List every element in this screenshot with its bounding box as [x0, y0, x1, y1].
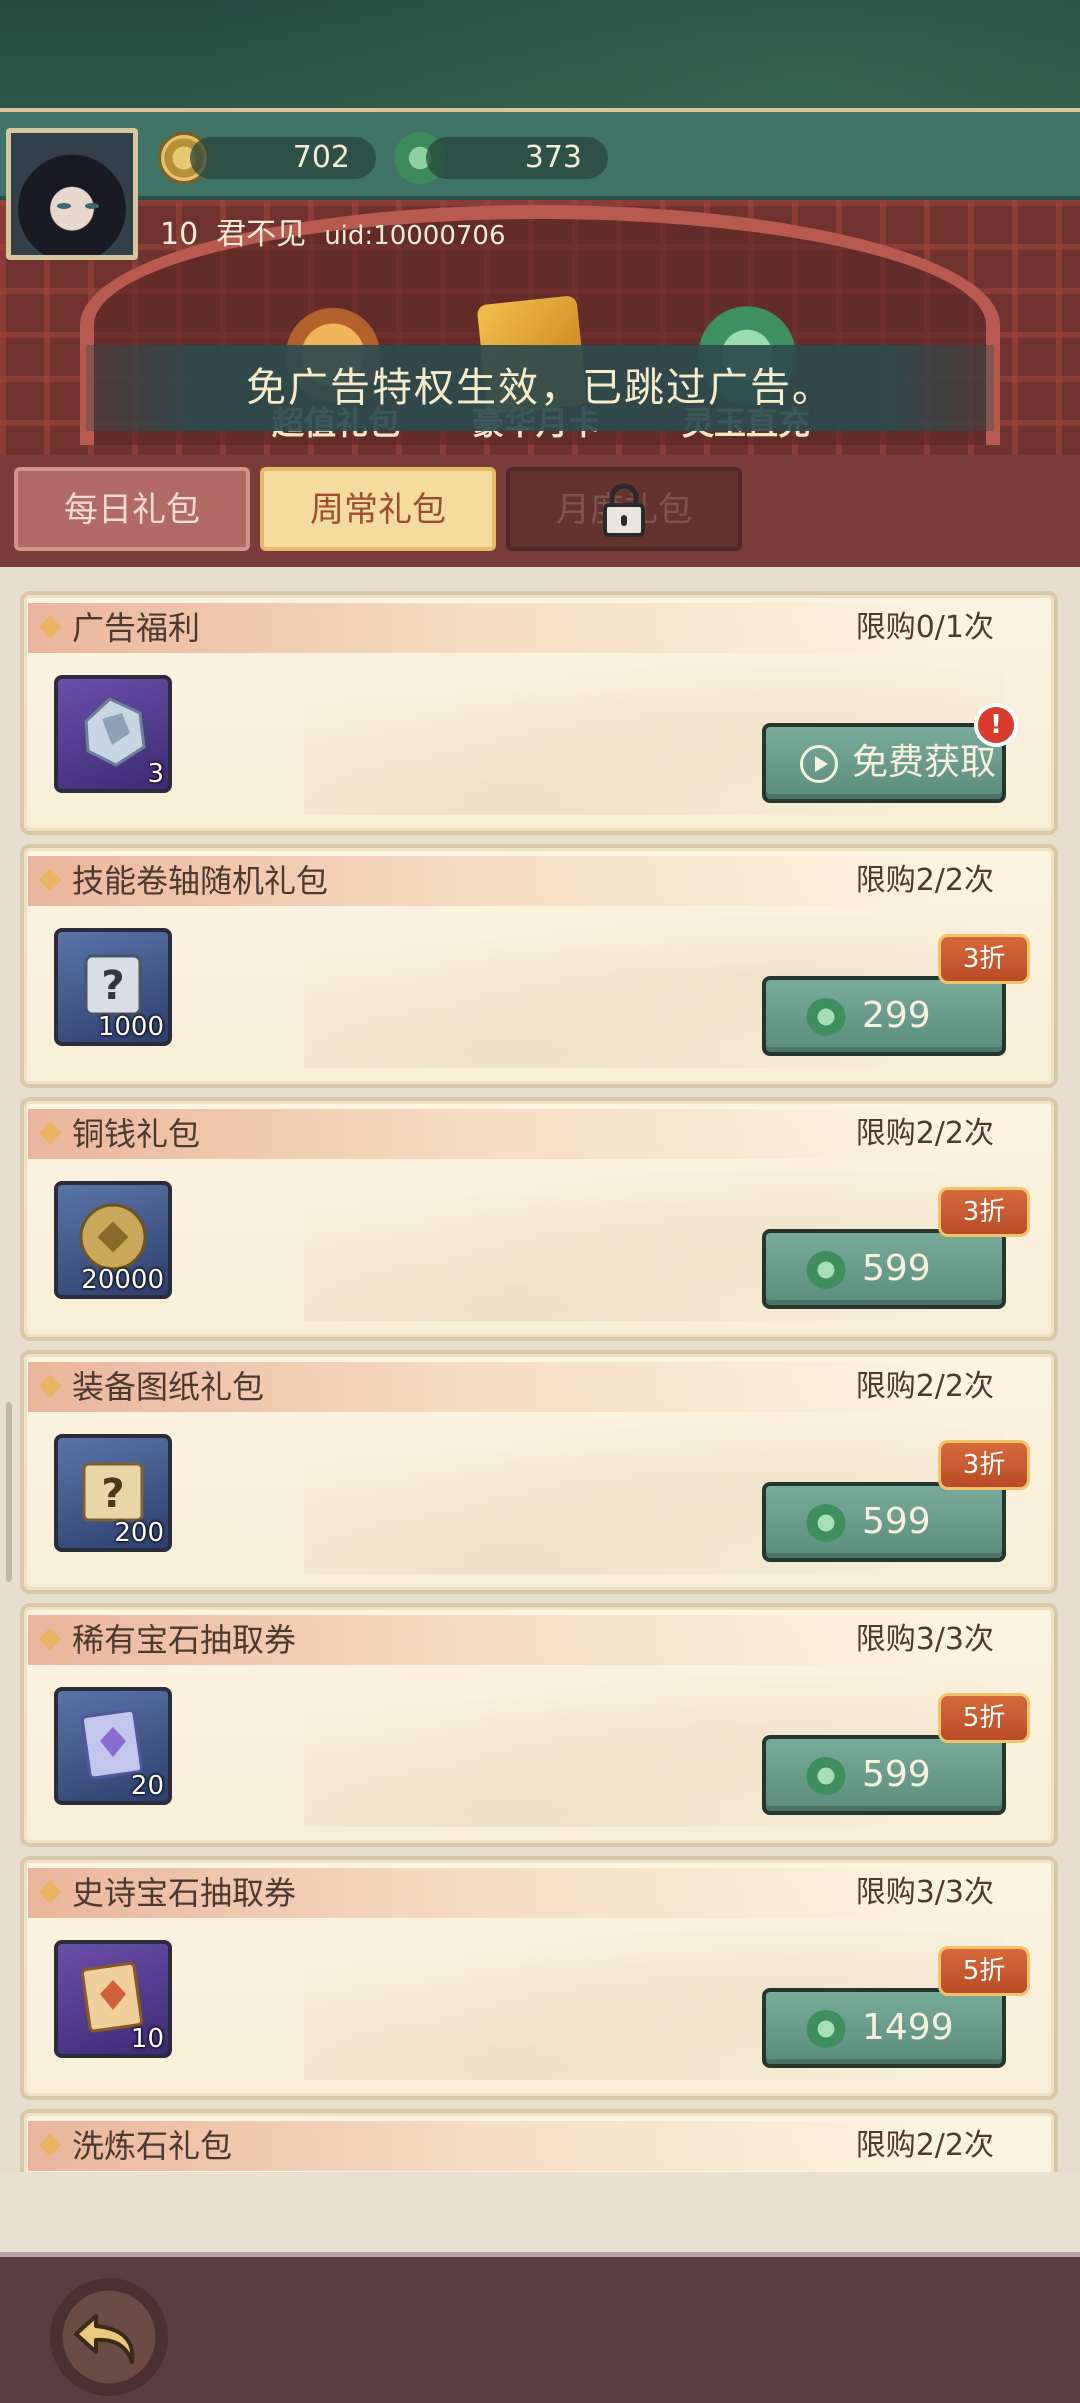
jade-balance: 373 [426, 137, 608, 179]
discount-badge: 5折 [938, 1693, 1030, 1743]
price: 299 [862, 995, 931, 1036]
pack-card-rare-gem-ticket: 稀有宝石抽取券 限购3/3次 20 599 5折 [20, 1603, 1058, 1847]
buy-button[interactable]: 1499 [762, 1988, 1006, 2068]
purchase-limit: 限购2/2次 [855, 1116, 994, 1151]
mystery-scroll-icon[interactable]: ? 1000 [54, 928, 172, 1046]
purchase-limit: 限购3/3次 [855, 1875, 994, 1910]
pack-card-refine-stone: 洗炼石礼包 限购2/2次 [20, 2109, 1058, 2172]
pack-list[interactable]: 广告福利 限购0/1次 3 免费获取 ! 技能卷轴随机礼包 限购2/2次 ? 1… [0, 567, 1080, 2172]
free-claim-button[interactable]: 免费获取 [762, 723, 1006, 803]
pack-title: 稀有宝石抽取券 [72, 1621, 297, 1659]
pack-title: 洗炼石礼包 [72, 2127, 233, 2165]
item-quantity: 200 [114, 1518, 164, 1548]
back-arrow-icon [74, 2314, 135, 2364]
pack-card-skill-scroll: 技能卷轴随机礼包 限购2/2次 ? 1000 299 3折 [20, 844, 1058, 1088]
button-label: 免费获取 [852, 742, 997, 783]
ore-crystal-icon[interactable]: 3 [54, 675, 172, 793]
list-footer-spacer [0, 2172, 1080, 2252]
copper-coin-icon[interactable]: 20000 [54, 1181, 172, 1299]
pack-title: 铜钱礼包 [72, 1115, 201, 1153]
pack-card-epic-gem-ticket: 史诗宝石抽取券 限购3/3次 10 1499 5折 [20, 1856, 1058, 2100]
purchase-limit: 限购3/3次 [855, 1622, 994, 1657]
pack-card-blueprint: 装备图纸礼包 限购2/2次 ? 200 599 3折 [20, 1350, 1058, 1594]
jade-icon [806, 998, 846, 1036]
buy-button[interactable]: 599 [762, 1735, 1006, 1815]
purchase-limit: 限购0/1次 [855, 610, 994, 645]
buy-button[interactable]: 299 [762, 976, 1006, 1056]
jade-icon [806, 1251, 846, 1289]
player-info-row: 10 君不见 uid:10000706 [160, 210, 524, 260]
buy-button[interactable]: 599 [762, 1229, 1006, 1309]
jade-icon [806, 2010, 846, 2048]
lock-icon [603, 483, 645, 537]
purchase-limit: 限购2/2次 [855, 1369, 994, 1404]
buy-button[interactable]: 599 [762, 1482, 1006, 1562]
svg-text:?: ? [101, 1471, 124, 1517]
discount-badge: 3折 [938, 934, 1030, 984]
player-level: 10 [160, 217, 199, 252]
svg-text:?: ? [101, 963, 124, 1009]
toast-message: 免广告特权生效，已跳过广告。 [86, 345, 994, 431]
pack-title: 史诗宝石抽取券 [72, 1874, 297, 1912]
coin-balance: 702 [190, 137, 376, 179]
tab-daily[interactable]: 每日礼包 [14, 467, 250, 551]
item-quantity: 1000 [97, 1012, 164, 1042]
jade-icon [806, 1757, 846, 1795]
discount-badge: 3折 [938, 1440, 1030, 1490]
scrollbar[interactable] [6, 1402, 12, 1582]
player-uid: uid:10000706 [324, 221, 506, 251]
pack-title: 技能卷轴随机礼包 [72, 862, 329, 900]
player-name: 君不见 [216, 217, 307, 252]
purchase-limit: 限购2/2次 [855, 2128, 994, 2163]
item-quantity: 20000 [81, 1265, 164, 1295]
blueprint-icon[interactable]: ? 200 [54, 1434, 172, 1552]
price: 599 [862, 1248, 931, 1289]
avatar[interactable] [6, 128, 138, 260]
item-quantity: 3 [147, 759, 164, 789]
price: 599 [862, 1754, 931, 1795]
pack-card-copper-coins: 铜钱礼包 限购2/2次 20000 599 3折 [20, 1097, 1058, 1341]
item-quantity: 20 [130, 1771, 164, 1801]
discount-badge: 5折 [938, 1946, 1030, 1996]
purchase-limit: 限购2/2次 [855, 863, 994, 898]
jade-icon [806, 1504, 846, 1542]
back-button[interactable] [50, 2278, 168, 2396]
discount-badge: 3折 [938, 1187, 1030, 1237]
item-quantity: 10 [130, 2024, 164, 2054]
play-icon [800, 745, 838, 783]
tab-weekly[interactable]: 周常礼包 [260, 467, 496, 551]
epic-gem-ticket-icon[interactable]: 10 [54, 1940, 172, 2058]
pack-card-ad-reward: 广告福利 限购0/1次 3 免费获取 ! [20, 591, 1058, 835]
price: 599 [862, 1501, 931, 1542]
price: 1499 [862, 2007, 954, 2048]
rare-gem-ticket-icon[interactable]: 20 [54, 1687, 172, 1805]
alert-badge: ! [974, 703, 1018, 747]
pack-title: 装备图纸礼包 [72, 1368, 265, 1406]
pack-title: 广告福利 [72, 609, 201, 647]
